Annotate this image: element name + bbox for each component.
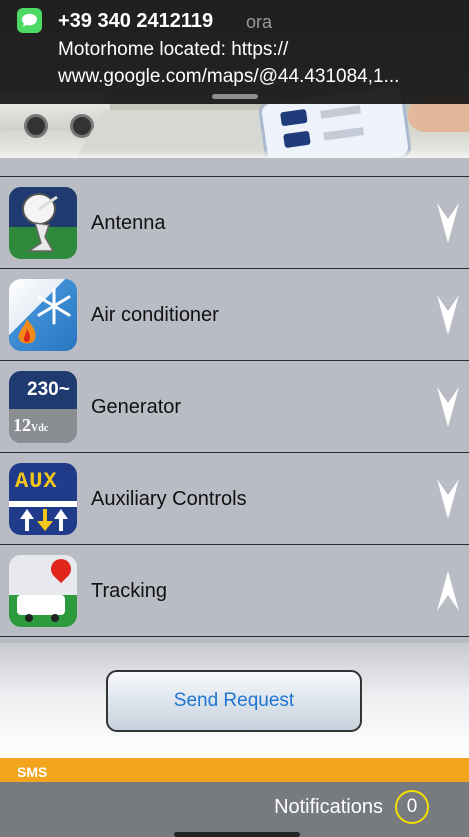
notifications-count-badge[interactable]: 0 [395,790,429,824]
notification-time: ora [246,12,273,32]
chevron-down-icon[interactable] [435,385,461,429]
chevron-down-icon[interactable] [435,293,461,337]
control-menu-list: Antenna Air conditioner 230~ 12Vdc Gener… [0,176,469,637]
menu-item-generator[interactable]: 230~ 12Vdc Generator [0,360,469,452]
chevron-down-icon[interactable] [435,201,461,245]
generator-icon-dc-text: 12 [13,415,31,435]
menu-item-air-conditioner[interactable]: Air conditioner [0,268,469,360]
antenna-dish-icon [9,187,77,259]
menu-item-label: Generator [91,396,182,418]
notification-sender: +39 340 2412119 [58,10,214,32]
action-area: Send Request [0,643,469,758]
sms-channel-strip: SMS [0,758,469,782]
chevron-up-icon[interactable] [435,569,461,613]
aux-icon-text: AUX [15,469,58,494]
menu-item-tracking[interactable]: Tracking [0,544,469,637]
messages-app-icon [17,8,42,33]
aux-icon: AUX [9,463,77,535]
menu-item-antenna[interactable]: Antenna [0,176,469,268]
map-pin-van-icon [9,555,77,627]
notification-message-line2: www.google.com/maps/@44.431084,1... [58,66,400,87]
notification-drag-handle[interactable] [212,94,258,99]
notifications-label: Notifications [274,796,383,818]
menu-item-label: Tracking [91,580,167,602]
menu-item-label: Auxiliary Controls [91,488,247,510]
chevron-down-icon[interactable] [435,477,461,521]
generator-icon-dc-unit: Vdc [31,423,49,434]
send-request-button[interactable]: Send Request [106,670,362,732]
notifications-bar[interactable]: Notifications 0 [0,782,469,837]
generator-icon-ac-text: 230~ [27,379,70,400]
notification-message-line1: Motorhome located: https:// [58,39,289,60]
home-indicator[interactable] [174,832,300,837]
menu-item-auxiliary-controls[interactable]: AUX Auxiliary Controls [0,452,469,544]
generator-voltage-icon: 230~ 12Vdc [9,371,77,443]
notification-message: Motorhome located: https:// www.google.c… [58,36,456,90]
menu-item-label: Air conditioner [91,304,219,326]
menu-item-label: Antenna [91,212,166,234]
sms-notification-banner[interactable]: +39 340 2412119 ora Motorhome located: h… [0,0,469,104]
snowflake-flame-icon [9,279,77,351]
